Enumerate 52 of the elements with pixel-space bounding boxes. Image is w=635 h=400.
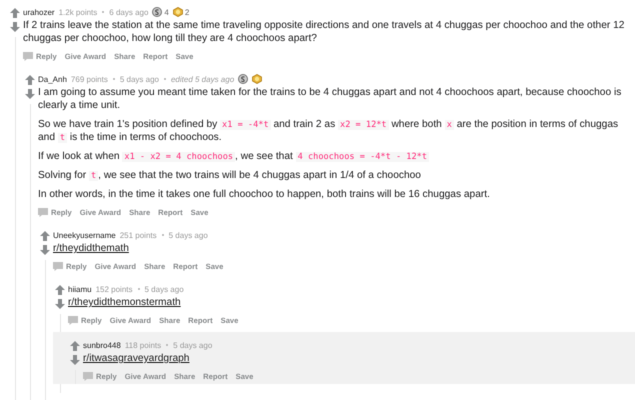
edited-note: edited 5 days ago [170,74,234,84]
downvote-icon[interactable] [55,299,65,309]
separator-dot [164,78,166,80]
points-count: 251 points [120,230,157,240]
username[interactable]: urahozer [23,8,55,16]
separator-dot [138,288,140,290]
comment-paragraph: If we look at when x1 - x2 = 4 choochoos , we see that 4 choochoos = -4*t - 12*t [38,150,430,163]
downvote-icon[interactable] [70,355,80,365]
upvote-icon[interactable] [40,231,50,241]
medal-icon [172,7,183,17]
upvote-icon[interactable] [70,341,80,351]
comment-icon [83,372,93,380]
username[interactable]: sunbro448 [83,340,121,350]
upvote-icon[interactable] [10,8,20,18]
comment-icon [38,208,48,216]
upvote-icon[interactable] [25,75,35,85]
coin-icon [238,74,248,84]
separator-dot [166,344,168,346]
medal-icon [252,74,262,84]
subreddit-link[interactable]: r/theydidthemonstermath [68,296,629,309]
coin-icon [152,7,162,17]
subreddit-link[interactable]: r/itwasagraveyardgraph [83,352,635,365]
subreddit-link[interactable]: r/theydidthemath [53,242,629,255]
timestamp: 5 days ago [168,230,208,240]
points-count: 152 points [96,284,132,294]
separator-dot [162,234,164,236]
username[interactable]: hiiamu [68,284,92,294]
points-count: 1.2k points [58,8,98,16]
separator-dot [102,11,104,13]
username[interactable]: Da_Anh [38,74,67,84]
timestamp: 5 days ago [120,74,159,84]
comment-icon [68,316,78,324]
comment-paragraph: Solving for t , we see that the two trains will be 4 chuggas apart in 1/4 of a choochoo [38,169,422,182]
timestamp: 6 days ago [109,8,148,16]
downvote-icon[interactable] [10,22,20,32]
points-count: 769 points [70,74,108,84]
comment-paragraph: I am going to assume you meant time taken for the trains to be 4 chuggas apart and not 4 choochoos apart, because choochoo is clearly a time unit. [38,86,622,112]
timestamp: 5 days ago [173,340,212,350]
comment-paragraph: So we have train 1's position defined by x1 = -4*t and train 2 as x2 = 12*t where both x are the position in terms of chuggas and t is the time in terms of choochoos. [38,118,620,144]
award-count: 4 [164,8,169,16]
downvote-icon[interactable] [25,89,35,99]
downvote-icon[interactable] [40,245,50,255]
comment-icon [23,52,33,60]
award-count: 2 [184,8,190,16]
comment-paragraph: If 2 trains leave the station at the same time traveling opposite directions and one travels at 4 chuggas per choochoo and the other 12 chuggas per choochoo, how long till they are 4 choochoos apart? [23,19,626,45]
comment-paragraph: In other words, in the time it takes one full choochoo to happen, both trains will be 16 chuggas apart. [38,188,491,201]
separator-dot [112,78,115,80]
timestamp: 5 days ago [144,284,184,294]
upvote-icon[interactable] [55,285,65,295]
points-count: 118 points [124,340,162,350]
comment-icon [53,262,63,270]
username[interactable]: Uneekyusername [53,230,116,240]
